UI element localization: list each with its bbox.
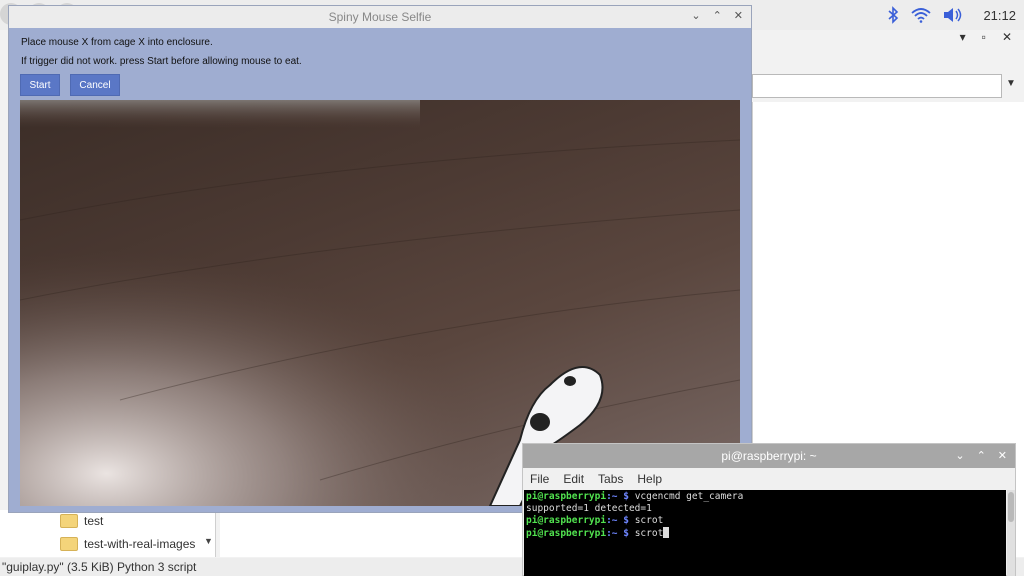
cancel-button[interactable]: Cancel xyxy=(70,74,120,96)
title-bar[interactable]: pi@raspberrypi: ~ ⌄ ⌃ ✕ xyxy=(523,444,1015,468)
minimize-icon[interactable]: ⌄ xyxy=(955,449,964,462)
maximize-icon[interactable]: ⌃ xyxy=(977,449,986,462)
title-bar[interactable]: Spiny Mouse Selfie ⌄ ⌃ ✕ xyxy=(9,6,751,28)
scrollbar[interactable] xyxy=(1007,490,1015,576)
window-title: Spiny Mouse Selfie xyxy=(328,10,432,24)
close-icon[interactable]: ✕ xyxy=(734,9,743,22)
folder-icon xyxy=(60,537,78,551)
instruction-text: Place mouse X from cage X into enclosure… xyxy=(21,37,213,48)
scroll-down-icon[interactable]: ▼ xyxy=(204,536,213,546)
start-button[interactable]: Start xyxy=(20,74,60,96)
wifi-icon[interactable] xyxy=(911,7,932,23)
tree-item[interactable]: test xyxy=(60,511,103,531)
menu-bar: File Edit Tabs Help xyxy=(523,468,1015,490)
selfie-window: Spiny Mouse Selfie ⌄ ⌃ ✕ Place mouse X f… xyxy=(8,5,752,513)
window-controls: ⌄ ⌃ ✕ xyxy=(691,9,743,22)
clock[interactable]: 21:12 xyxy=(983,8,1016,23)
menu-help[interactable]: Help xyxy=(637,472,662,486)
terminal-line: pi@raspberrypi:~ $ vcgencmd get_camera xyxy=(526,491,744,502)
tree-item-label: test-with-real-images xyxy=(84,537,196,551)
trigger-hint-text: If trigger did not work. press Start bef… xyxy=(21,56,302,67)
menu-edit[interactable]: Edit xyxy=(563,472,584,486)
terminal-line: supported=1 detected=1 xyxy=(526,503,652,514)
chevron-down-icon[interactable]: ▼ xyxy=(1006,78,1016,89)
window-title: pi@raspberrypi: ~ xyxy=(721,449,817,463)
window-controls: ▾ ▫ ✕ xyxy=(960,30,1012,44)
bluetooth-icon[interactable] xyxy=(887,6,899,24)
system-tray: 21:12 xyxy=(887,3,1016,27)
volume-icon[interactable] xyxy=(943,7,963,23)
terminal-line: pi@raspberrypi:~ $ scrot xyxy=(526,515,664,526)
folder-icon xyxy=(60,514,78,528)
menu-tabs[interactable]: Tabs xyxy=(598,472,623,486)
terminal-window: pi@raspberrypi: ~ ⌄ ⌃ ✕ File Edit Tabs H… xyxy=(522,443,1016,576)
maximize-icon[interactable]: ▫ xyxy=(982,30,986,44)
close-icon[interactable]: ✕ xyxy=(1002,30,1012,44)
path-input[interactable] xyxy=(752,74,1002,98)
minimize-icon[interactable]: ▾ xyxy=(960,30,966,44)
tree-item-label: test xyxy=(84,514,104,528)
terminal-line: pi@raspberrypi:~ $ scrot xyxy=(526,527,1004,540)
text-cursor xyxy=(663,527,670,538)
minimize-icon[interactable]: ⌄ xyxy=(691,9,700,22)
file-list-pane-lower[interactable] xyxy=(220,510,530,557)
terminal-output[interactable]: pi@raspberrypi:~ $ vcgencmd get_camera s… xyxy=(524,490,1006,576)
close-icon[interactable]: ✕ xyxy=(998,449,1007,462)
tree-item[interactable]: test-with-real-images xyxy=(60,534,195,554)
menu-file[interactable]: File xyxy=(530,472,549,486)
window-controls: ⌄ ⌃ ✕ xyxy=(955,449,1007,462)
scrollbar-thumb[interactable] xyxy=(1008,492,1014,522)
maximize-icon[interactable]: ⌃ xyxy=(713,9,722,22)
